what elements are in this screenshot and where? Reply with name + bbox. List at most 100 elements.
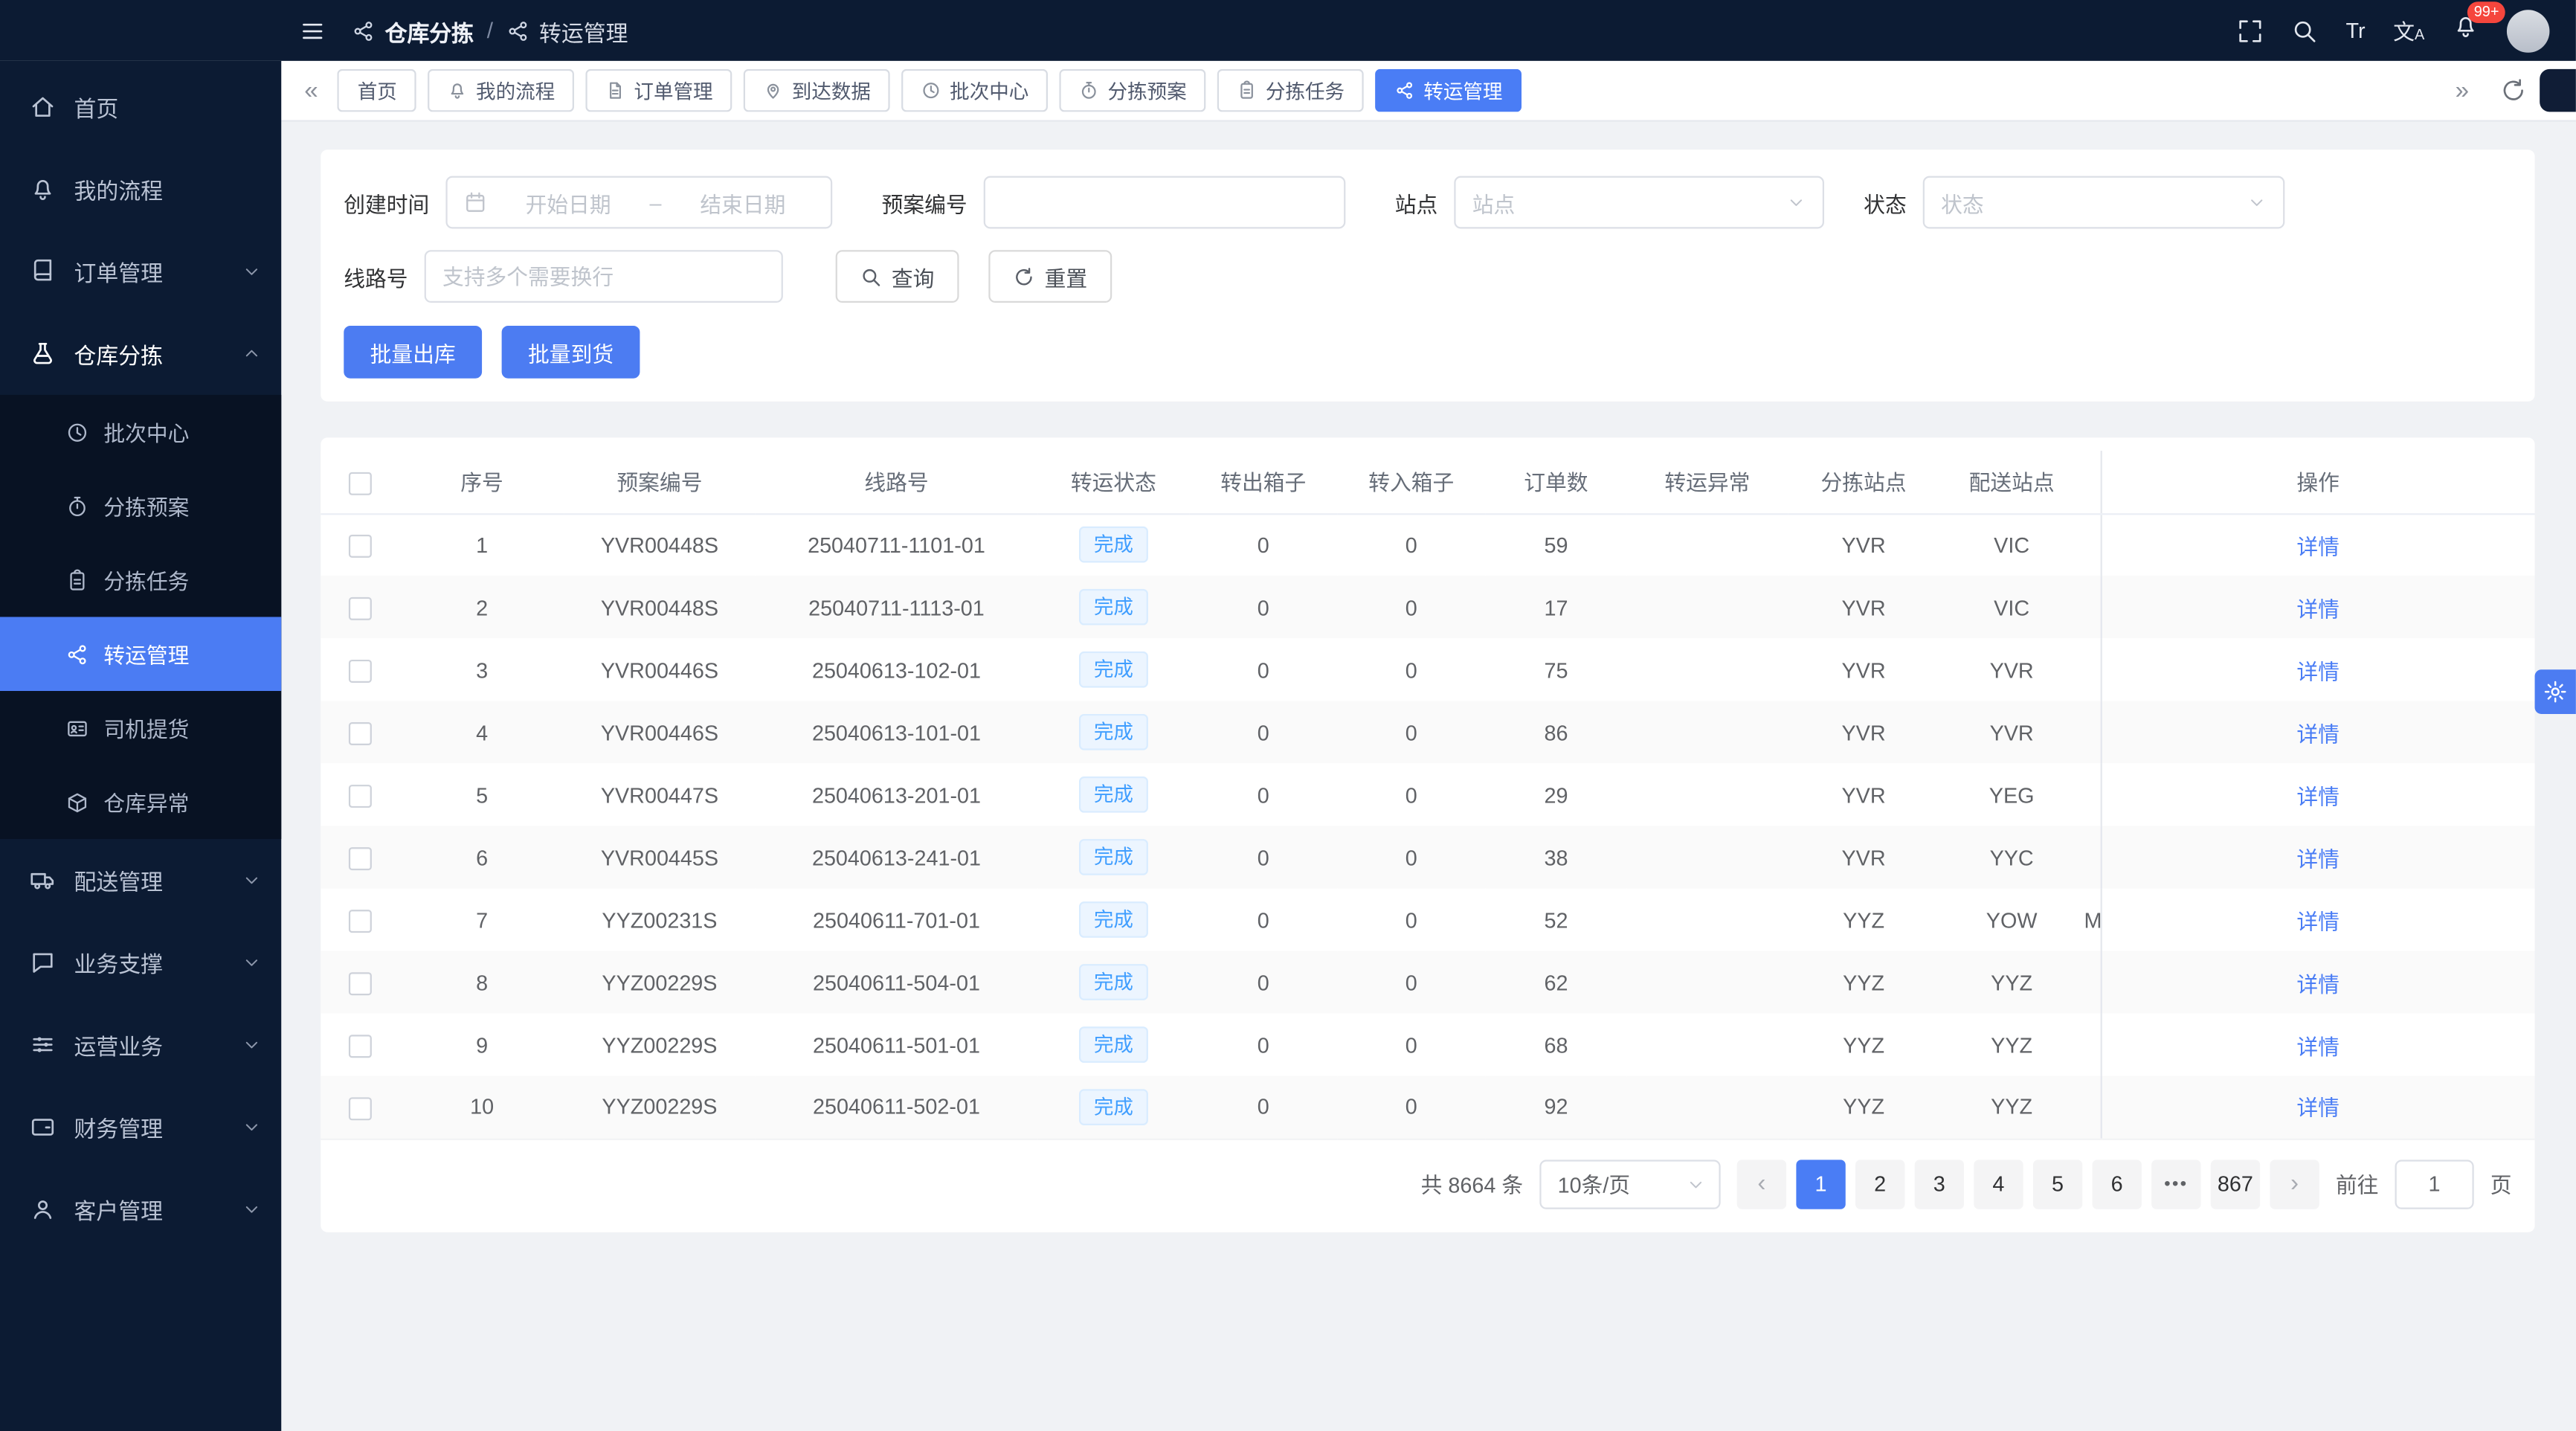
refresh-icon[interactable] (2500, 77, 2526, 103)
batch-arrival-button[interactable]: 批量到货 (502, 326, 640, 379)
tab-bar: « 首页 我的流程 订单管理 到达数据 批次中心 分拣预案 分拣任务 转运管理 … (281, 61, 2576, 122)
tab-sorting-task[interactable]: 分拣任务 (1218, 69, 1365, 112)
row-checkbox[interactable] (349, 972, 372, 995)
cell-order-count: 62 (1485, 951, 1626, 1013)
cell-clipped (2084, 701, 2100, 763)
route-no-input[interactable] (442, 251, 765, 300)
row-checkbox[interactable] (349, 659, 372, 682)
page-button-5[interactable]: 5 (2033, 1159, 2082, 1208)
sidebar-item-batch-center[interactable]: 批次中心 (0, 395, 281, 469)
row-checkbox[interactable] (349, 785, 372, 808)
id-card-icon (65, 716, 88, 739)
row-checkbox[interactable] (349, 910, 372, 933)
detail-link[interactable]: 详情 (2296, 1034, 2340, 1058)
search-button[interactable]: 查询 (836, 250, 959, 303)
plan-no-input[interactable] (1002, 178, 1327, 227)
detail-link[interactable]: 详情 (2296, 909, 2340, 933)
tab-order-management[interactable]: 订单管理 (586, 69, 732, 112)
sidebar-item-label: 客户管理 (74, 1193, 163, 1226)
sidebar-item-finance-management[interactable]: 财务管理 (0, 1086, 281, 1168)
sidebar-item-warehouse-sorting[interactable]: 仓库分拣 (0, 312, 281, 395)
sidebar-item-label: 仓库分拣 (74, 337, 163, 370)
page-button-4[interactable]: 4 (1974, 1159, 2023, 1208)
tab-arrival-data[interactable]: 到达数据 (744, 69, 891, 112)
page-button-last[interactable]: 867 (2211, 1159, 2260, 1208)
cell-sorting-station: YYZ (1788, 951, 1939, 1013)
status-tag: 完成 (1079, 901, 1148, 938)
sidebar-item-my-flows[interactable]: 我的流程 (0, 148, 281, 231)
sidebar-item-sorting-plan[interactable]: 分拣预案 (0, 469, 281, 543)
station-select[interactable]: 站点 (1454, 176, 1824, 229)
tab-my-flows[interactable]: 我的流程 (428, 69, 575, 112)
page-button-6[interactable]: 6 (2092, 1159, 2141, 1208)
breadcrumb-page[interactable]: 转运管理 (506, 14, 628, 47)
sidebar-item-warehouse-exception[interactable]: 仓库异常 (0, 765, 281, 840)
detail-link[interactable]: 详情 (2296, 846, 2340, 871)
sidebar-item-label: 运营业务 (74, 1028, 163, 1061)
status-tag: 完成 (1079, 589, 1148, 626)
prev-page-button[interactable]: ‹ (1737, 1159, 1786, 1208)
tab-sorting-plan[interactable]: 分拣预案 (1060, 69, 1206, 112)
tab-home[interactable]: 首页 (338, 69, 416, 112)
row-checkbox[interactable] (349, 535, 372, 558)
panel-toggle-button[interactable] (2540, 69, 2576, 112)
detail-link[interactable]: 详情 (2296, 596, 2340, 621)
row-checkbox[interactable] (349, 1096, 372, 1119)
detail-link[interactable]: 详情 (2296, 659, 2340, 684)
cell-clipped (2084, 576, 2100, 638)
hamburger-menu-icon[interactable] (300, 17, 326, 43)
reset-button[interactable]: 重置 (988, 250, 1112, 303)
tab-batch-center[interactable]: 批次中心 (902, 69, 1049, 112)
page-button-3[interactable]: 3 (1915, 1159, 1964, 1208)
tab-scroll-right-button[interactable]: » (2449, 77, 2476, 105)
page-button-2[interactable]: 2 (1855, 1159, 1904, 1208)
cell-route-no: 25040613-241-01 (755, 826, 1037, 888)
sidebar-item-operations[interactable]: 运营业务 (0, 1003, 281, 1086)
detail-link[interactable]: 详情 (2296, 721, 2340, 746)
sidebar-item-business-support[interactable]: 业务支撑 (0, 922, 281, 1004)
route-no-label: 线路号 (344, 261, 408, 292)
cell-index: 1 (399, 513, 564, 576)
fullscreen-icon[interactable] (2238, 17, 2264, 43)
page-button-1[interactable]: 1 (1796, 1159, 1845, 1208)
sidebar-item-sorting-task[interactable]: 分拣任务 (0, 543, 281, 617)
tab-scroll-left-button[interactable]: « (297, 77, 324, 105)
font-size-icon[interactable]: Tr (2346, 18, 2366, 42)
row-checkbox[interactable] (349, 722, 372, 745)
select-all-checkbox[interactable] (349, 472, 372, 495)
detail-link[interactable]: 详情 (2296, 1096, 2340, 1121)
page-size-select[interactable]: 10条/页 (1539, 1159, 1720, 1208)
tab-transit-management[interactable]: 转运管理 (1376, 69, 1522, 112)
notification-bell[interactable]: 99+ (2453, 13, 2479, 48)
cell-in-boxes: 0 (1337, 638, 1485, 701)
settings-float-button[interactable] (2535, 669, 2576, 714)
cell-checkbox (321, 701, 399, 763)
cell-delivery-station: YYZ (1939, 951, 2084, 1013)
sidebar-item-customer-management[interactable]: 客户管理 (0, 1168, 281, 1250)
breadcrumb-section[interactable]: 仓库分拣 (352, 14, 474, 47)
more-pages-button[interactable]: ••• (2151, 1159, 2200, 1208)
sidebar-item-home[interactable]: 首页 (0, 65, 281, 148)
user-avatar[interactable] (2507, 9, 2550, 52)
row-checkbox[interactable] (349, 596, 372, 620)
batch-outbound-button[interactable]: 批量出库 (344, 326, 482, 379)
sidebar-item-delivery-management[interactable]: 配送管理 (0, 839, 281, 922)
cell-checkbox (321, 826, 399, 888)
detail-link[interactable]: 详情 (2296, 971, 2340, 996)
sidebar-item-transit-management[interactable]: 转运管理 (0, 617, 281, 691)
detail-link[interactable]: 详情 (2296, 784, 2340, 808)
next-page-button[interactable]: › (2270, 1159, 2319, 1208)
sidebar-item-driver-pickup[interactable]: 司机提货 (0, 691, 281, 765)
translate-icon[interactable]: 文A (2393, 15, 2424, 46)
status-select[interactable]: 状态 (1923, 176, 2285, 229)
sidebar-item-order-management[interactable]: 订单管理 (0, 231, 281, 313)
row-checkbox[interactable] (349, 1035, 372, 1058)
search-icon[interactable] (2292, 17, 2318, 43)
row-checkbox[interactable] (349, 847, 372, 870)
cell-sorting-station: YYZ (1788, 1076, 1939, 1139)
goto-page-input[interactable] (2395, 1159, 2473, 1208)
date-range-picker[interactable]: 开始日期 – 结束日期 (445, 176, 832, 229)
detail-link[interactable]: 详情 (2296, 534, 2340, 559)
cell-route-no: 25040611-502-01 (755, 1076, 1037, 1139)
table-row: 7YYZ00231S25040611-701-01完成0052YYZYOWM详情 (321, 888, 2534, 951)
